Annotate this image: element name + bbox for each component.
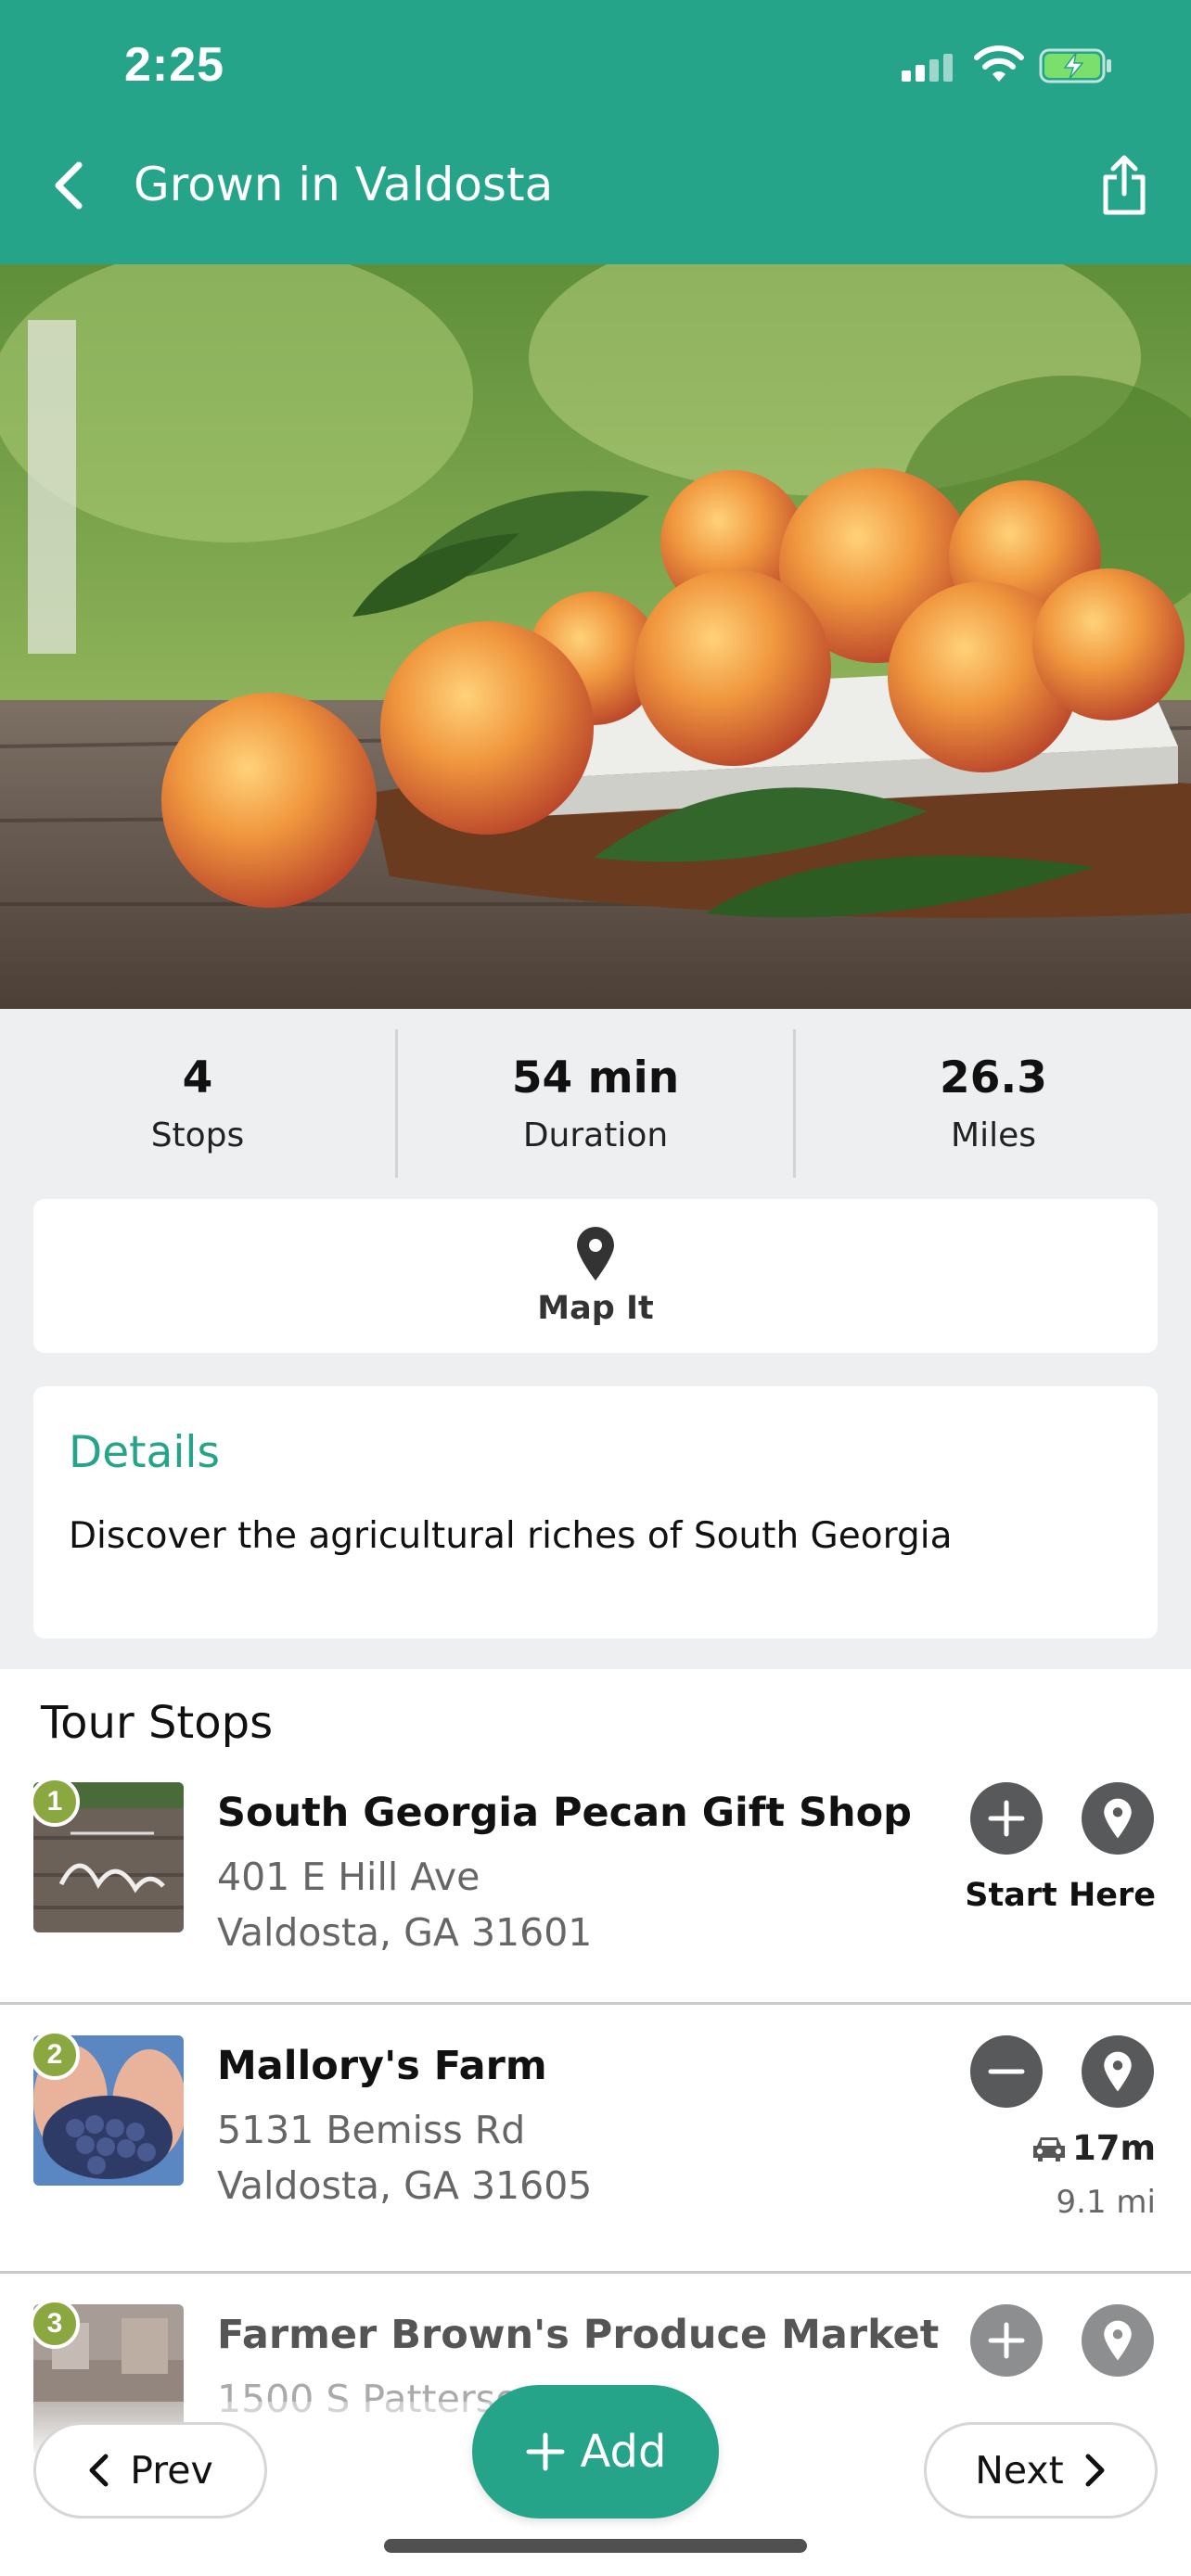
plus-icon	[988, 1800, 1025, 1837]
remove-stop-button[interactable]	[970, 2035, 1043, 2108]
stat-label: Duration	[522, 1116, 669, 1154]
details-card: Details Discover the agricultural riches…	[33, 1386, 1158, 1639]
start-here-label: Start Here	[965, 1877, 1156, 1914]
stop-name: South Georgia Pecan Gift Shop	[217, 1790, 912, 1836]
drive-distance: 9.1 mi	[1056, 2184, 1156, 2221]
stop-address-line2: Valdosta, GA 31605	[217, 2163, 593, 2208]
tour-stats: 4 Stops 54 min Duration 26.3 Miles	[0, 1029, 1191, 1178]
chevron-left-icon	[89, 2454, 109, 2487]
stop-address-line1: 5131 Bemiss Rd	[217, 2108, 526, 2152]
prev-button[interactable]: Prev	[33, 2422, 267, 2519]
share-button[interactable]	[1091, 148, 1158, 223]
next-label: Next	[975, 2448, 1064, 2493]
add-stop-button[interactable]	[970, 2304, 1043, 2377]
stop-number-badge: 2	[30, 2030, 80, 2080]
tour-stops-heading: Tour Stops	[41, 1697, 274, 1749]
home-indicator	[384, 2539, 807, 2553]
battery-charging-icon	[1039, 48, 1111, 83]
stat-value: 4	[182, 1052, 213, 1103]
chevron-right-icon	[1085, 2454, 1105, 2487]
wifi-icon	[974, 45, 1024, 82]
status-time: 2:25	[124, 38, 225, 92]
stop-location-button[interactable]	[1082, 1782, 1154, 1855]
stop-location-button[interactable]	[1082, 2304, 1154, 2377]
map-it-button[interactable]: Map It	[33, 1199, 1158, 1353]
cellular-signal-icon	[902, 54, 955, 82]
stat-duration: 54 min Duration	[398, 1029, 796, 1178]
plus-icon	[988, 2322, 1025, 2359]
car-icon	[1032, 2136, 1065, 2162]
stat-label: Stops	[150, 1116, 245, 1154]
stop-address-line1: 401 E Hill Ave	[217, 1855, 480, 1899]
details-title: Details	[69, 1427, 220, 1478]
share-icon	[1103, 155, 1146, 215]
stat-value: 54 min	[511, 1052, 680, 1103]
drive-time-value: 17m	[1071, 2128, 1156, 2168]
chevron-left-icon	[55, 161, 83, 210]
next-button[interactable]: Next	[924, 2422, 1158, 2519]
add-button[interactable]: Add	[472, 2385, 719, 2519]
page-title: Grown in Valdosta	[134, 158, 554, 211]
stat-stops: 4 Stops	[0, 1029, 398, 1178]
tour-stop-2[interactable]: 2 Mallory's Farm 5131 Bemiss Rd Valdosta…	[0, 2008, 1191, 2274]
details-description: Discover the agricultural riches of Sout…	[69, 1515, 953, 1557]
add-stop-button[interactable]	[970, 1782, 1043, 1855]
map-it-label: Map It	[537, 1290, 654, 1327]
stop-location-button[interactable]	[1082, 2035, 1154, 2108]
add-label: Add	[580, 2426, 667, 2478]
stop-address-line2: Valdosta, GA 31601	[217, 1910, 593, 1955]
map-pin-icon	[577, 1227, 614, 1281]
map-pin-icon	[1104, 1798, 1132, 1839]
stat-label: Miles	[951, 1116, 1036, 1154]
tour-stop-1[interactable]: 1 South Georgia Pecan Gift Shop 401 E Hi…	[0, 1754, 1191, 2005]
stop-name: Mallory's Farm	[217, 2043, 547, 2089]
drive-time: 17m	[1031, 2128, 1156, 2168]
plus-icon	[526, 2432, 565, 2471]
stop-name: Farmer Brown's Produce Market	[217, 2312, 940, 2358]
peaches-photo	[0, 264, 1191, 1009]
hero-image	[0, 264, 1191, 1009]
back-button[interactable]	[41, 148, 96, 223]
stop-number-badge: 3	[30, 2299, 80, 2349]
map-pin-icon	[1104, 2051, 1132, 2092]
top-bar: 2:25 Grown in Valdosta	[0, 0, 1191, 264]
stat-value: 26.3	[940, 1052, 1047, 1103]
minus-icon	[988, 2069, 1025, 2074]
map-pin-icon	[1104, 2320, 1132, 2361]
prev-label: Prev	[130, 2448, 213, 2493]
stat-miles: 26.3 Miles	[796, 1029, 1191, 1178]
stop-number-badge: 1	[30, 1777, 80, 1827]
